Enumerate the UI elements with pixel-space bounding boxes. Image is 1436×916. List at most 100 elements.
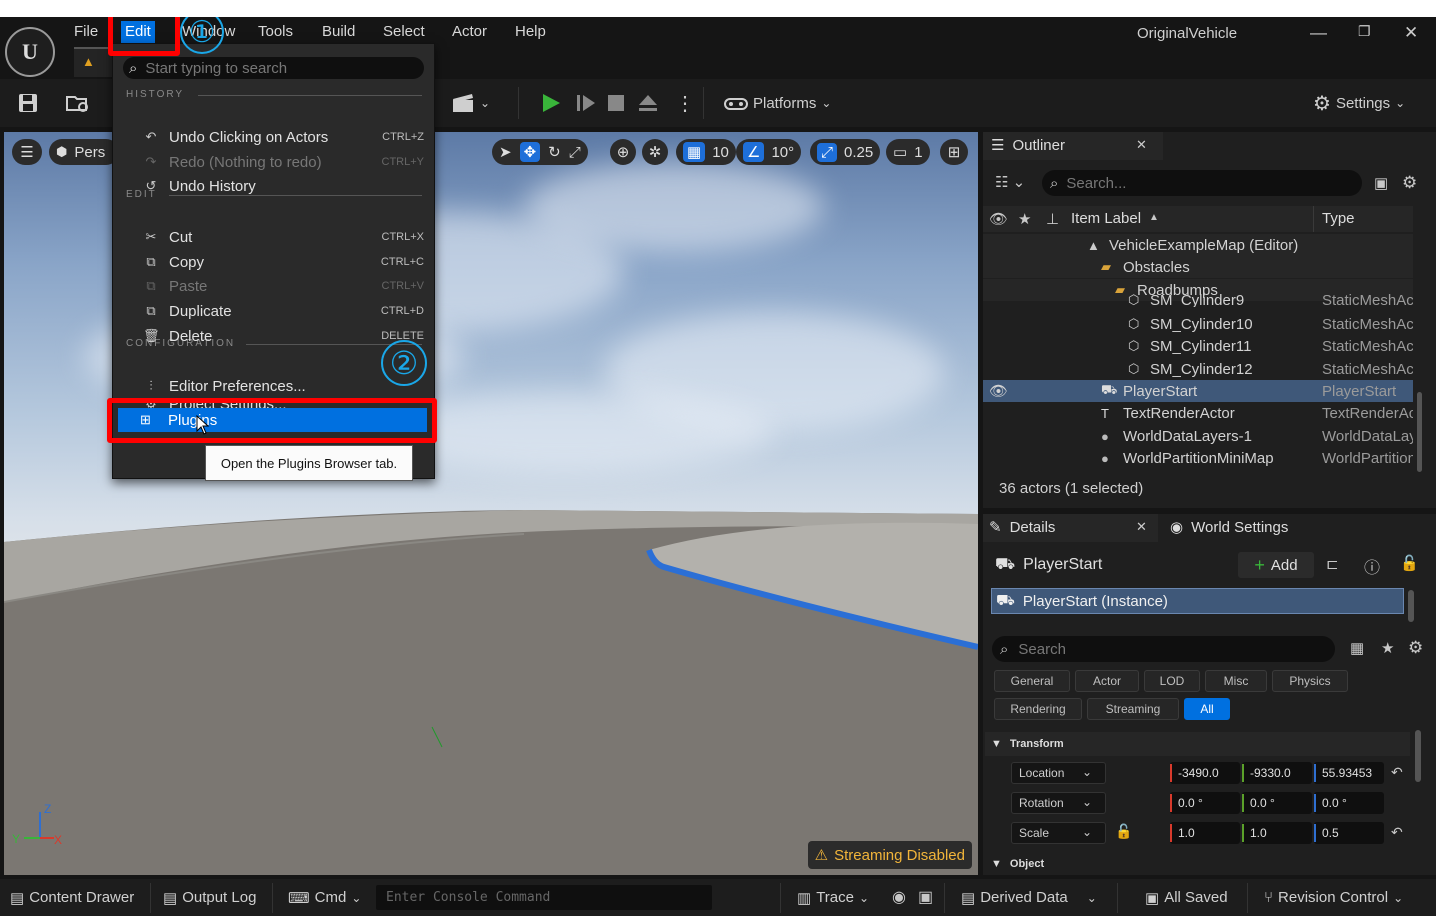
location-z-input[interactable]: 55.93453 (1314, 762, 1384, 784)
filter-streaming[interactable]: Streaming (1087, 698, 1179, 720)
close-tab-icon[interactable]: ✕ (1136, 519, 1147, 535)
table-view-icon[interactable]: ▦ (1350, 639, 1364, 657)
blueprint-icon[interactable]: ⊏ (1326, 555, 1339, 573)
rotation-dropdown[interactable]: Rotation ⌄ (1011, 792, 1106, 814)
rotation-z-input[interactable]: 0.0 ° (1314, 792, 1384, 814)
lock-icon[interactable]: 🔓 (1400, 554, 1419, 572)
filter-actor[interactable]: Actor (1075, 670, 1139, 692)
surface-snap-toggle[interactable]: ✲ (642, 139, 668, 165)
transform-section-header[interactable]: ▼ Transform (985, 732, 1410, 756)
details-scrollbar[interactable] (1415, 730, 1421, 782)
menu-file[interactable]: File (70, 21, 102, 45)
scale-snap-control[interactable]: ⤢ 0.25 (810, 139, 881, 165)
visibility-column-icon[interactable]: 👁 (989, 210, 1008, 228)
filter-misc[interactable]: Misc (1205, 670, 1267, 692)
screenshot-icon[interactable]: ▣ (918, 887, 933, 907)
favorite-column-icon[interactable]: ★ (1018, 210, 1031, 228)
column-type[interactable]: Type (1322, 210, 1355, 227)
outliner-row[interactable]: ⬡ SM_Cylinder10 StaticMeshActor (983, 313, 1413, 335)
content-drawer-button[interactable]: ▤ Content Drawer (10, 879, 134, 916)
move-tool-icon[interactable]: ✥ (519, 142, 541, 162)
outliner-row[interactable]: T TextRenderActor TextRenderActor (983, 402, 1413, 424)
browse-icon[interactable] (65, 79, 91, 127)
column-item-label[interactable]: Item Label (1071, 210, 1141, 227)
help-icon[interactable]: ⓘ (1364, 554, 1380, 578)
eject-icon[interactable] (637, 79, 659, 127)
components-scrollbar[interactable] (1408, 590, 1414, 622)
menu-item-copy[interactable]: ⧉ Copy CTRL+C (113, 250, 434, 274)
filter-all[interactable]: All (1184, 698, 1230, 720)
menu-search-input[interactable]: ⌕ Start typing to search (123, 57, 424, 79)
close-tab-icon[interactable]: ✕ (1136, 137, 1147, 153)
pin-column-icon[interactable]: ⊥ (1046, 210, 1059, 228)
menu-item-cut[interactable]: ✂ Cut CTRL+X (113, 225, 434, 249)
settings-dropdown[interactable]: ⚙ Settings ⌄ (1313, 79, 1405, 127)
trace-dropdown[interactable]: ▥ Trace ⌄ (797, 879, 869, 916)
camera-speed-control[interactable]: ▭ 1 (886, 139, 930, 165)
reset-icon[interactable]: ↶ (1391, 824, 1403, 841)
location-dropdown[interactable]: Location ⌄ (1011, 762, 1106, 784)
star-icon[interactable]: ★ (1381, 639, 1394, 657)
menu-build[interactable]: Build (318, 21, 359, 45)
revision-control-dropdown[interactable]: ⑂ Revision Control ⌄ (1264, 879, 1403, 916)
filter-lod[interactable]: LOD (1144, 670, 1200, 692)
object-section-header[interactable]: ▼ Object (985, 854, 1410, 874)
menu-item-redo-nothing-to-redo[interactable]: ↷ Redo (Nothing to redo) CTRL+Y (113, 150, 434, 174)
cmd-dropdown[interactable]: ⌨ Cmd ⌄ (288, 879, 361, 916)
visibility-icon[interactable]: 👁 (989, 382, 1008, 400)
outliner-scrollbar[interactable] (1417, 392, 1422, 472)
scale-x-input[interactable]: 1.0 (1170, 822, 1240, 844)
scale-z-input[interactable]: 0.5 (1314, 822, 1384, 844)
outliner-row[interactable]: ▲ VehicleExampleMap (Editor) (983, 234, 1413, 256)
restore-button[interactable]: ❐ (1358, 23, 1371, 40)
scale-lock-icon[interactable]: 🔓 (1115, 823, 1132, 840)
add-folder-icon[interactable]: ▣ (1374, 174, 1388, 192)
perspective-dropdown[interactable]: ⬢ Pers (49, 139, 119, 165)
stop-icon[interactable] (607, 79, 625, 127)
streaming-disabled-badge[interactable]: ⚠ Streaming Disabled (807, 841, 972, 869)
more-options-icon[interactable]: ⋮ (675, 79, 695, 127)
outliner-row[interactable]: ● WorldDataLayers-1 WorldDataLayers (983, 425, 1413, 447)
all-saved-button[interactable]: ▣ All Saved (1145, 879, 1228, 916)
details-tab[interactable]: ✎ Details ✕ (983, 514, 1158, 542)
filter-rendering[interactable]: Rendering (994, 698, 1082, 720)
outliner-tab[interactable]: ☰ Outliner ✕ (983, 132, 1163, 160)
viewport-menu-button[interactable]: ☰ (12, 139, 42, 165)
scale-tool-icon[interactable]: ⤢ (569, 144, 581, 161)
unreal-logo-icon[interactable]: U (5, 27, 55, 77)
platforms-dropdown[interactable]: Platforms ⌄ (724, 79, 831, 127)
output-log-button[interactable]: ▤ Output Log (163, 879, 256, 916)
filter-dropdown[interactable]: ☷ ⌄ (995, 173, 1025, 191)
world-settings-tab[interactable]: ◉ World Settings (1170, 518, 1288, 537)
derived-data-dropdown[interactable]: ▤ Derived Data ⌄ (961, 879, 1097, 916)
add-component-button[interactable]: + Add (1238, 552, 1314, 578)
menu-item-undo-history[interactable]: ↺ Undo History (113, 174, 434, 198)
outliner-search-input[interactable]: ⌕ Search... (1042, 170, 1362, 196)
record-icon[interactable]: ◉ (892, 887, 906, 907)
rotation-y-input[interactable]: 0.0 ° (1242, 792, 1312, 814)
reset-icon[interactable]: ↶ (1391, 764, 1403, 781)
rotate-tool-icon[interactable]: ↻ (548, 143, 561, 161)
rotation-snap-control[interactable]: ∠ 10° (736, 139, 802, 165)
step-frame-icon[interactable] (575, 79, 597, 127)
minimize-button[interactable]: — (1310, 23, 1327, 43)
outliner-row[interactable]: 👁 ⛟ PlayerStart PlayerStart (983, 380, 1413, 402)
menu-item-duplicate[interactable]: ⧉ Duplicate CTRL+D (113, 299, 434, 323)
menu-item-paste[interactable]: ⧉ Paste CTRL+V (113, 274, 434, 298)
scale-y-input[interactable]: 1.0 (1242, 822, 1312, 844)
component-row[interactable]: ⛟ PlayerStart (Instance) (991, 588, 1404, 614)
outliner-row[interactable]: ▰ Obstacles (983, 256, 1413, 278)
viewport-layout-button[interactable]: ⊞ (940, 139, 968, 165)
select-tool-icon[interactable]: ➤ (499, 143, 512, 161)
location-x-input[interactable]: -3490.0 (1170, 762, 1240, 784)
filter-general[interactable]: General (994, 670, 1070, 692)
world-local-toggle[interactable]: ⊕ (610, 139, 636, 165)
outliner-row[interactable]: ⬡ SM_Cylinder12 StaticMeshActor (983, 358, 1413, 380)
console-command-input[interactable]: Enter Console Command (376, 885, 712, 910)
filter-physics[interactable]: Physics (1272, 670, 1348, 692)
cinematics-dropdown[interactable]: ⌄ (452, 79, 490, 127)
outliner-row[interactable]: ⬡ SM_Cylinder11 StaticMeshActor (983, 335, 1413, 357)
play-button[interactable] (540, 79, 562, 127)
menu-item-undo-clicking-on-actors[interactable]: ↶ Undo Clicking on Actors CTRL+Z (113, 125, 434, 149)
gear-icon[interactable]: ⚙ (1408, 638, 1423, 658)
